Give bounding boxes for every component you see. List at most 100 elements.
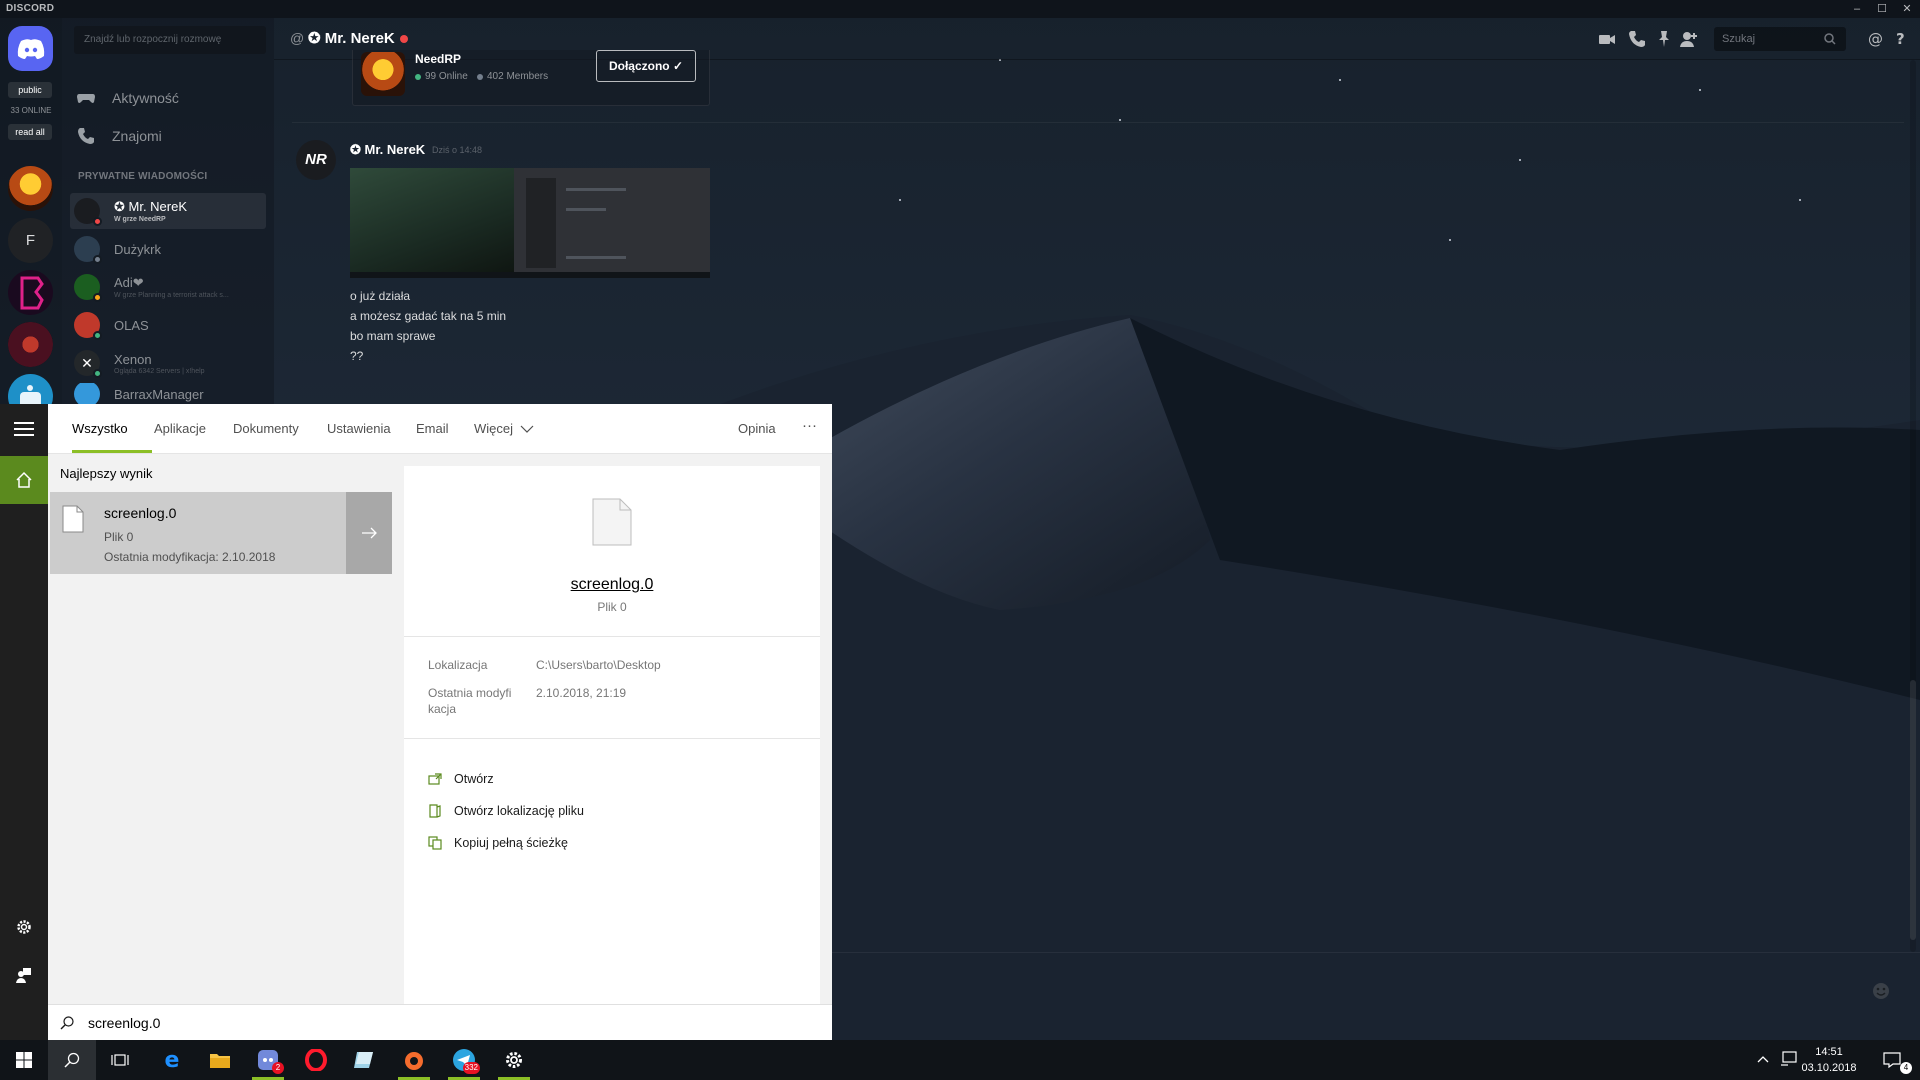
task-view-button[interactable]: [96, 1040, 144, 1080]
message-divider: [292, 122, 1904, 123]
server-icon-red[interactable]: [8, 322, 53, 367]
settings-gear-icon[interactable]: [15, 918, 33, 936]
dm-item-mr-nerek[interactable]: ✪ Mr. NereK W grze NeedRP: [70, 193, 266, 229]
open-details-button[interactable]: [346, 492, 392, 574]
notes-taskbar-icon[interactable]: [340, 1040, 388, 1080]
online-dot: [415, 74, 421, 80]
folder-icon: [429, 804, 441, 818]
tab-all[interactable]: Wszystko: [72, 421, 128, 436]
system-clock[interactable]: 14:51 03.10.2018: [1794, 1044, 1864, 1076]
discord-badge: 2: [272, 1062, 284, 1074]
tab-apps[interactable]: Aplikacje: [154, 421, 206, 436]
nav-friends[interactable]: Znajomi: [76, 120, 162, 152]
tab-documents[interactable]: Dokumenty: [233, 421, 299, 436]
add-friend-icon[interactable]: [1680, 30, 1698, 48]
home-icon[interactable]: [0, 456, 48, 504]
file-large-icon: [592, 498, 632, 546]
dm-status-text: W grze Planning a terrorist attack s...: [114, 292, 229, 299]
close-button[interactable]: ✕: [1896, 1, 1918, 17]
server-list: public 33 ONLINE read all F: [0, 18, 62, 419]
open-action[interactable]: Otwórz: [428, 772, 494, 786]
best-match-result[interactable]: screenlog.0 Plik 0 Ostatnia modyfikacja:…: [50, 492, 392, 574]
tab-email[interactable]: Email: [416, 421, 449, 436]
server-icon-needrp[interactable]: [8, 166, 53, 211]
public-pill[interactable]: public: [8, 82, 52, 98]
dm-status-text: W grze NeedRP: [114, 216, 166, 223]
search-tabs: Wszystko Aplikacje Dokumenty Ustawienia …: [48, 404, 832, 454]
origin-taskbar-icon[interactable]: [390, 1040, 438, 1080]
file-explorer-icon[interactable]: [196, 1040, 244, 1080]
dm-item-barraxmanager[interactable]: BarraxManager: [70, 383, 266, 405]
clock-time: 14:51: [1815, 1046, 1843, 1058]
server-icon-b[interactable]: [8, 270, 53, 315]
start-rail: [0, 404, 48, 1040]
detail-file-type: Plik 0: [597, 600, 627, 614]
message-image-attachment[interactable]: [350, 168, 710, 278]
server-icon-f[interactable]: F: [8, 218, 53, 263]
dm-name: Dużykrk: [114, 241, 161, 257]
dm-name: BarraxManager: [114, 386, 204, 402]
settings-taskbar-icon[interactable]: [490, 1040, 538, 1080]
mention-icon[interactable]: @: [1866, 30, 1884, 48]
tab-settings[interactable]: Ustawienia: [327, 421, 391, 436]
search-taskbar-button[interactable]: [48, 1040, 96, 1080]
chevron-up-icon[interactable]: [1757, 1054, 1769, 1064]
edge-taskbar-icon[interactable]: e: [148, 1040, 196, 1080]
location-value: C:\Users\barto\Desktop: [536, 658, 661, 672]
telegram-taskbar-icon[interactable]: 332: [440, 1040, 488, 1080]
open-icon: [428, 773, 442, 785]
dm-section-header: PRYWATNE WIADOMOŚCI: [78, 171, 208, 182]
chevron-down-icon[interactable]: [520, 424, 534, 434]
task-view-icon: [111, 1054, 129, 1066]
dm-item-adi[interactable]: Adi❤ W grze Planning a terrorist attack s…: [70, 269, 266, 305]
dm-name: ✪ Mr. NereK: [114, 199, 188, 214]
message-avatar[interactable]: NR: [296, 140, 336, 180]
dm-item-olas[interactable]: OLAS: [70, 307, 266, 343]
pin-icon[interactable]: [1655, 30, 1673, 48]
avatar: [74, 383, 100, 405]
minimize-button[interactable]: –: [1846, 1, 1868, 17]
video-icon[interactable]: [1598, 30, 1616, 48]
divider: [404, 738, 820, 739]
action-center-button[interactable]: 4: [1868, 1040, 1916, 1080]
phone-icon[interactable]: [1628, 30, 1646, 48]
best-match-label: Najlepszy wynik: [60, 466, 153, 481]
invite-online: 99 Online: [425, 71, 468, 82]
chat-scrollbar-thumb[interactable]: [1910, 680, 1916, 940]
discord-taskbar-icon[interactable]: 2: [244, 1040, 292, 1080]
joined-button[interactable]: Dołączono ✓: [596, 50, 696, 82]
search-box[interactable]: screenlog.0: [48, 1004, 832, 1040]
emoji-icon[interactable]: [1872, 982, 1890, 1000]
feedback-link[interactable]: Opinia: [738, 421, 776, 436]
tab-more[interactable]: Więcej: [474, 421, 513, 436]
dm-panel: Znajdź lub rozpocznij rozmowę Aktywność …: [62, 18, 274, 408]
result-type: Plik 0: [104, 530, 134, 544]
dm-search-input[interactable]: Znajdź lub rozpocznij rozmowę: [74, 26, 266, 54]
dm-name: Adi❤: [114, 275, 144, 290]
maximize-button[interactable]: ☐: [1871, 1, 1893, 17]
open-location-label: Otwórz lokalizację pliku: [454, 804, 584, 818]
start-button[interactable]: [0, 1040, 48, 1080]
more-options-button[interactable]: ···: [802, 417, 817, 434]
open-location-action[interactable]: Otwórz lokalizację pliku: [428, 804, 584, 818]
nav-activity[interactable]: Aktywność: [76, 82, 179, 114]
detail-file-name[interactable]: screenlog.0: [404, 576, 820, 594]
discord-home-icon[interactable]: [8, 26, 53, 71]
feedback-user-icon[interactable]: [15, 966, 33, 984]
search-icon: [64, 1052, 80, 1068]
online-count: 33 ONLINE: [10, 106, 52, 115]
telegram-badge: 332: [462, 1062, 480, 1074]
opera-taskbar-icon[interactable]: [292, 1040, 340, 1080]
dm-item-duzykrk[interactable]: Dużykrk: [70, 231, 266, 267]
search-query[interactable]: screenlog.0: [88, 1015, 160, 1031]
hamburger-icon[interactable]: [14, 422, 34, 436]
help-icon[interactable]: ?: [1892, 30, 1910, 48]
clock-date: 03.10.2018: [1801, 1062, 1857, 1074]
result-name: screenlog.0: [104, 505, 177, 521]
copy-path-action[interactable]: Kopiuj pełną ścieżkę: [428, 836, 568, 850]
message-author[interactable]: ✪ Mr. NereK: [350, 142, 425, 158]
read-all-button[interactable]: read all: [8, 124, 52, 140]
dm-item-xenon[interactable]: ✕ Xenon Ogląda 6342 Servers | x!help: [70, 345, 266, 381]
dm-status-text: Ogląda 6342 Servers | x!help: [114, 367, 205, 375]
avatar: ✕: [74, 350, 102, 378]
